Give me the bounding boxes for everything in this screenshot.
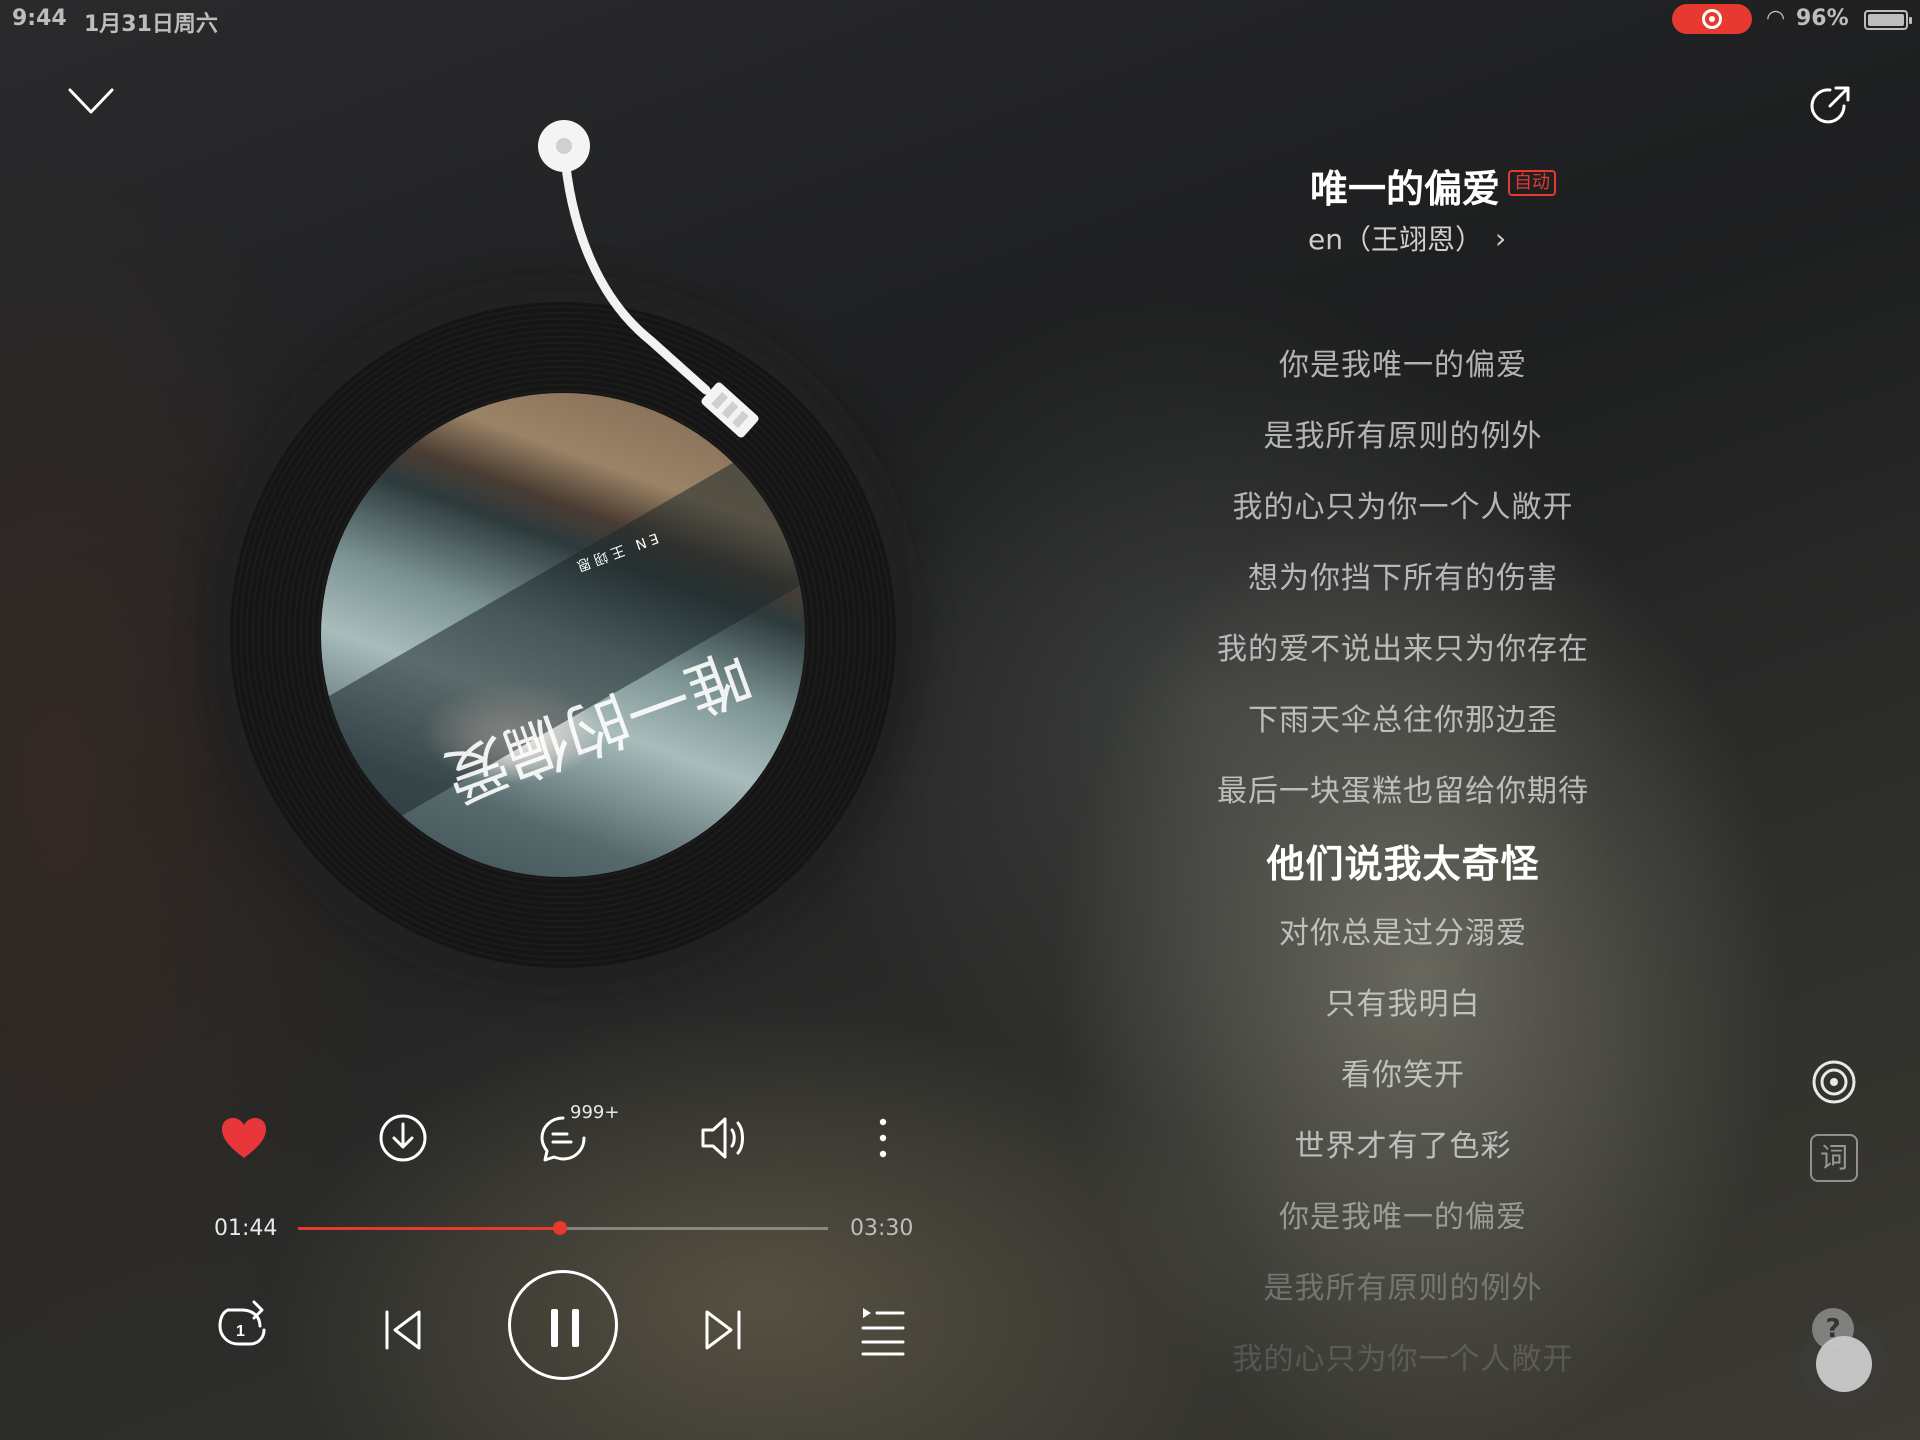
progress-bar[interactable]: [298, 1221, 828, 1235]
current-time: 01:44: [214, 1216, 278, 1241]
battery-percent: 96%: [1796, 6, 1849, 31]
progress-fill: [298, 1227, 561, 1230]
comment-count-badge: 999+: [570, 1102, 620, 1123]
help-icon[interactable]: ?: [1812, 1308, 1854, 1350]
screen-recording-indicator[interactable]: [1672, 4, 1752, 34]
lyric-line[interactable]: 下雨天伞总往你那边歪: [1100, 695, 1706, 739]
download-icon[interactable]: [375, 1110, 431, 1166]
lyric-line[interactable]: 你是我唯一的偏爱: [1100, 340, 1706, 384]
more-icon[interactable]: [855, 1110, 911, 1166]
lyric-line[interactable]: 你是我唯一的偏爱: [1100, 1192, 1706, 1236]
repeat-one-icon[interactable]: 1: [214, 1300, 274, 1360]
next-icon[interactable]: [693, 1300, 753, 1360]
total-time: 03:30: [850, 1216, 914, 1241]
pause-icon: [551, 1309, 558, 1347]
artist-link[interactable]: en（王翊恩） ›: [1300, 218, 1804, 258]
chevron-right-icon: ›: [1494, 221, 1507, 255]
lyric-line[interactable]: 世界才有了色彩: [1100, 1121, 1706, 1165]
previous-icon[interactable]: [373, 1300, 433, 1360]
share-icon[interactable]: [1806, 82, 1854, 130]
lyric-line[interactable]: 想为你挡下所有的伤害: [1100, 553, 1706, 597]
song-title: 唯一的偏爱: [1309, 167, 1500, 211]
svg-text:1: 1: [236, 1323, 245, 1340]
lyric-line[interactable]: 最后一块蛋糕也留给你期待: [1100, 766, 1706, 810]
wifi-icon: ◠: [1766, 6, 1786, 31]
lyric-line[interactable]: 对你总是过分溺爱: [1100, 908, 1706, 952]
battery-icon: [1864, 10, 1912, 30]
tonearm: [538, 120, 759, 438]
status-date: 1月31日周六: [84, 12, 218, 37]
lyric-line[interactable]: 看你笑开: [1100, 1050, 1706, 1094]
pause-button[interactable]: [508, 1270, 618, 1380]
progress-knob[interactable]: [553, 1221, 568, 1235]
lyric-line[interactable]: 是我所有原则的例外: [1100, 1263, 1706, 1307]
album-cover-title: 唯一的偏爱: [433, 635, 760, 815]
vinyl-icon[interactable]: [1810, 1058, 1858, 1106]
lyric-line-active[interactable]: 他们说我太奇怪: [1100, 833, 1706, 888]
auto-badge: 自动: [1508, 170, 1556, 196]
record-icon: [1702, 9, 1722, 29]
sound-effect-icon[interactable]: [695, 1110, 751, 1166]
status-bar: 9:44 1月31日周六 ◠ 96%: [0, 0, 1920, 37]
playlist-icon[interactable]: [853, 1300, 913, 1360]
lyric-line[interactable]: 我的心只为你一个人敞开: [1100, 1334, 1706, 1378]
status-time: 9:44: [12, 6, 67, 31]
lyric-line[interactable]: 我的爱不说出来只为你存在: [1100, 624, 1706, 668]
lyric-toggle-button[interactable]: 词: [1810, 1134, 1858, 1182]
artist-name: en（王翊恩）: [1308, 223, 1483, 256]
lyric-line[interactable]: 是我所有原则的例外: [1100, 411, 1706, 455]
lyric-line[interactable]: 只有我明白: [1100, 979, 1706, 1023]
heart-icon[interactable]: [216, 1110, 272, 1166]
album-cover: 唯一的偏爱 EN 王翊恩: [321, 393, 805, 877]
lyric-line[interactable]: 我的心只为你一个人敞开: [1100, 482, 1706, 526]
collapse-chevron-icon[interactable]: [66, 82, 116, 122]
